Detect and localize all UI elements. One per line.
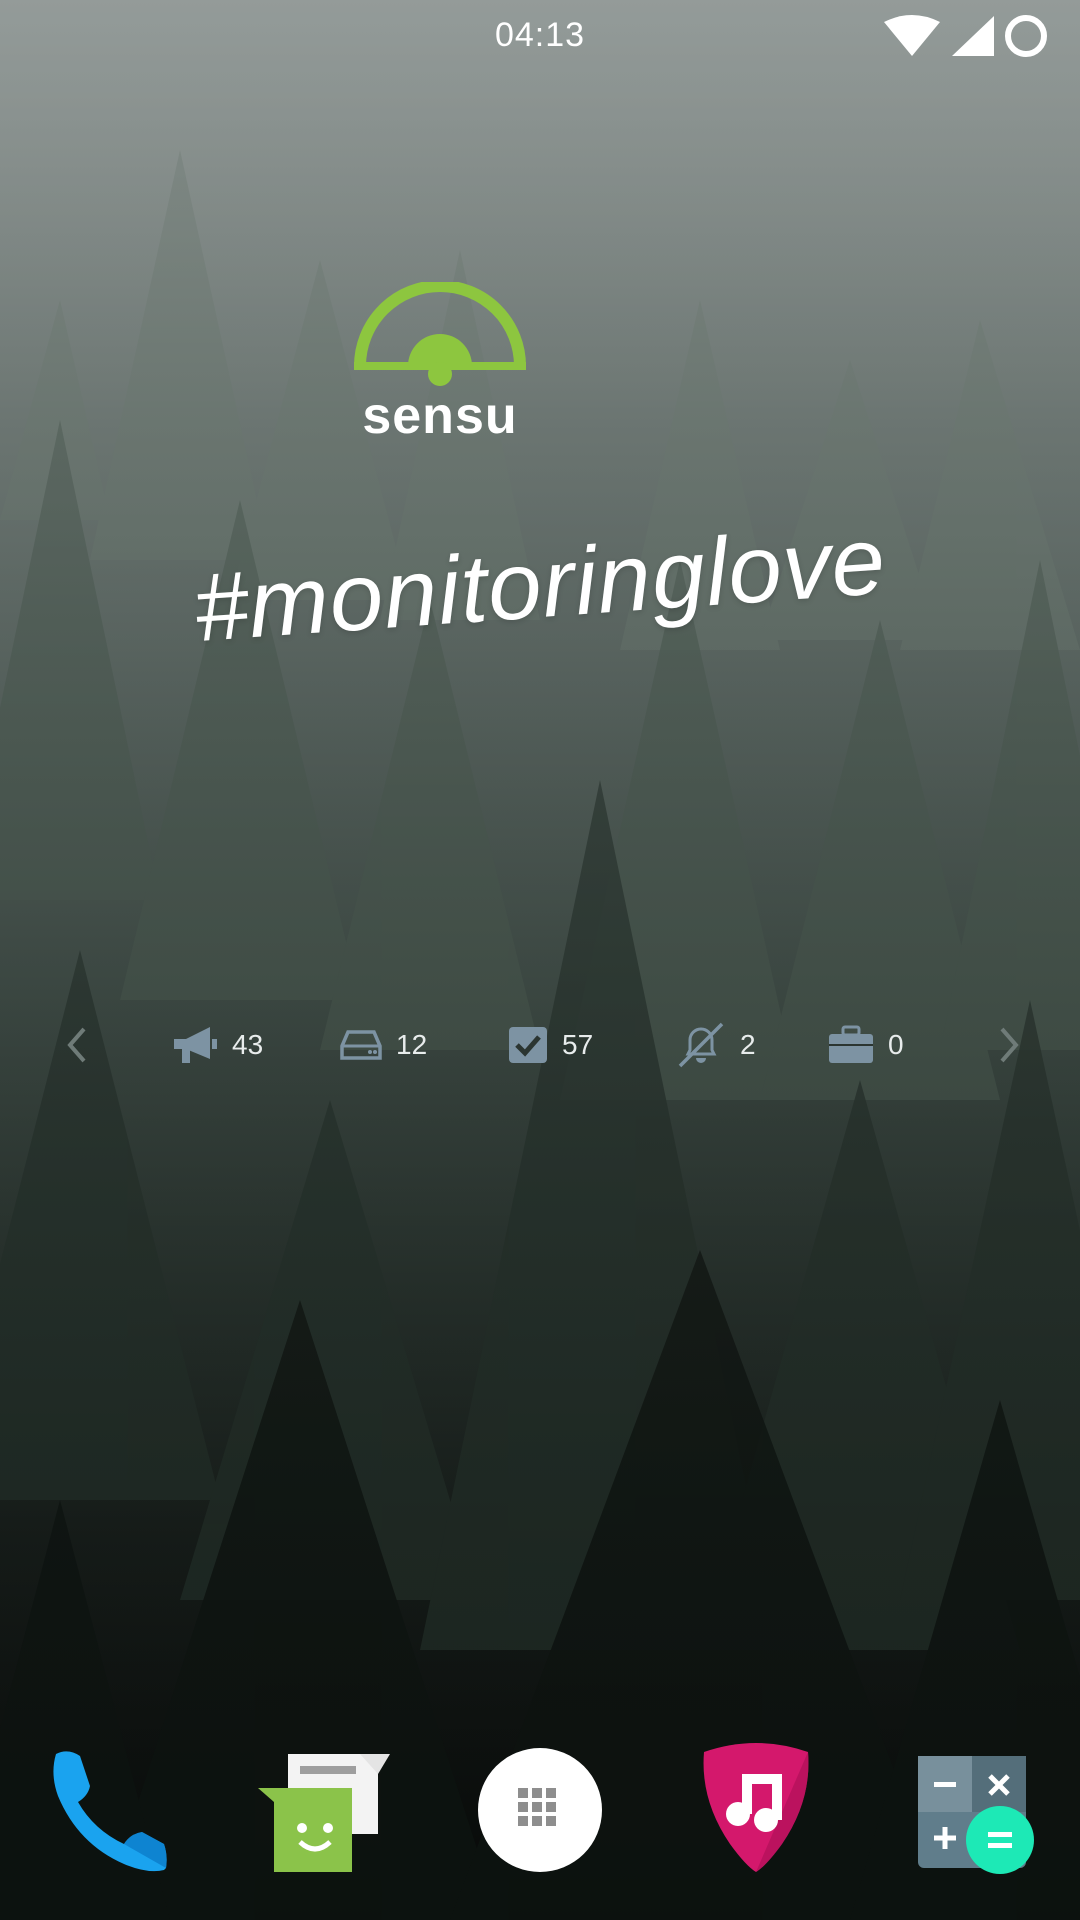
music-icon[interactable] xyxy=(686,1740,826,1880)
messenger-icon[interactable] xyxy=(252,1740,392,1880)
stat-aggregates[interactable]: 0 xyxy=(828,1021,904,1069)
stat-clients[interactable]: 12 xyxy=(340,1021,427,1069)
wallpaper-forest xyxy=(0,0,1080,1920)
stat-value: 43 xyxy=(232,1029,264,1060)
checkbox-icon xyxy=(509,1027,547,1063)
stat-checks[interactable]: 57 xyxy=(508,1021,593,1069)
calculator-icon[interactable] xyxy=(904,1740,1044,1880)
status-icons xyxy=(884,15,1047,57)
stats-row: 43 12 57 2 0 xyxy=(0,1015,1080,1075)
server-drive-icon xyxy=(340,1030,382,1060)
wifi-icon xyxy=(884,15,940,56)
chevron-right-icon[interactable] xyxy=(988,1023,1028,1067)
stat-silenced[interactable]: 2 xyxy=(676,1021,756,1069)
chevron-left-icon[interactable] xyxy=(58,1023,98,1067)
app-dock xyxy=(0,1740,1080,1890)
bell-muted-icon xyxy=(678,1022,724,1068)
sensu-logo: sensu xyxy=(340,280,540,445)
stat-value: 57 xyxy=(562,1029,594,1060)
megaphone-icon xyxy=(174,1027,217,1063)
stat-value: 2 xyxy=(740,1029,756,1060)
stat-value: 12 xyxy=(396,1029,428,1060)
status-bar: 04:13 xyxy=(0,0,1080,75)
home-screen: 04:13 sensu #monitoringlove 43 12 57 2 0 xyxy=(0,0,1080,1920)
phone-icon[interactable] xyxy=(38,1740,178,1880)
cell-signal-icon xyxy=(952,16,994,56)
logo-wordmark: sensu xyxy=(362,387,518,445)
briefcase-icon xyxy=(829,1025,873,1063)
app-drawer-icon[interactable] xyxy=(470,1740,610,1880)
circle-icon xyxy=(1005,15,1047,57)
stat-value: 0 xyxy=(888,1029,904,1060)
stat-alerts[interactable]: 43 xyxy=(172,1021,263,1069)
sensu-arc-icon xyxy=(354,280,526,386)
